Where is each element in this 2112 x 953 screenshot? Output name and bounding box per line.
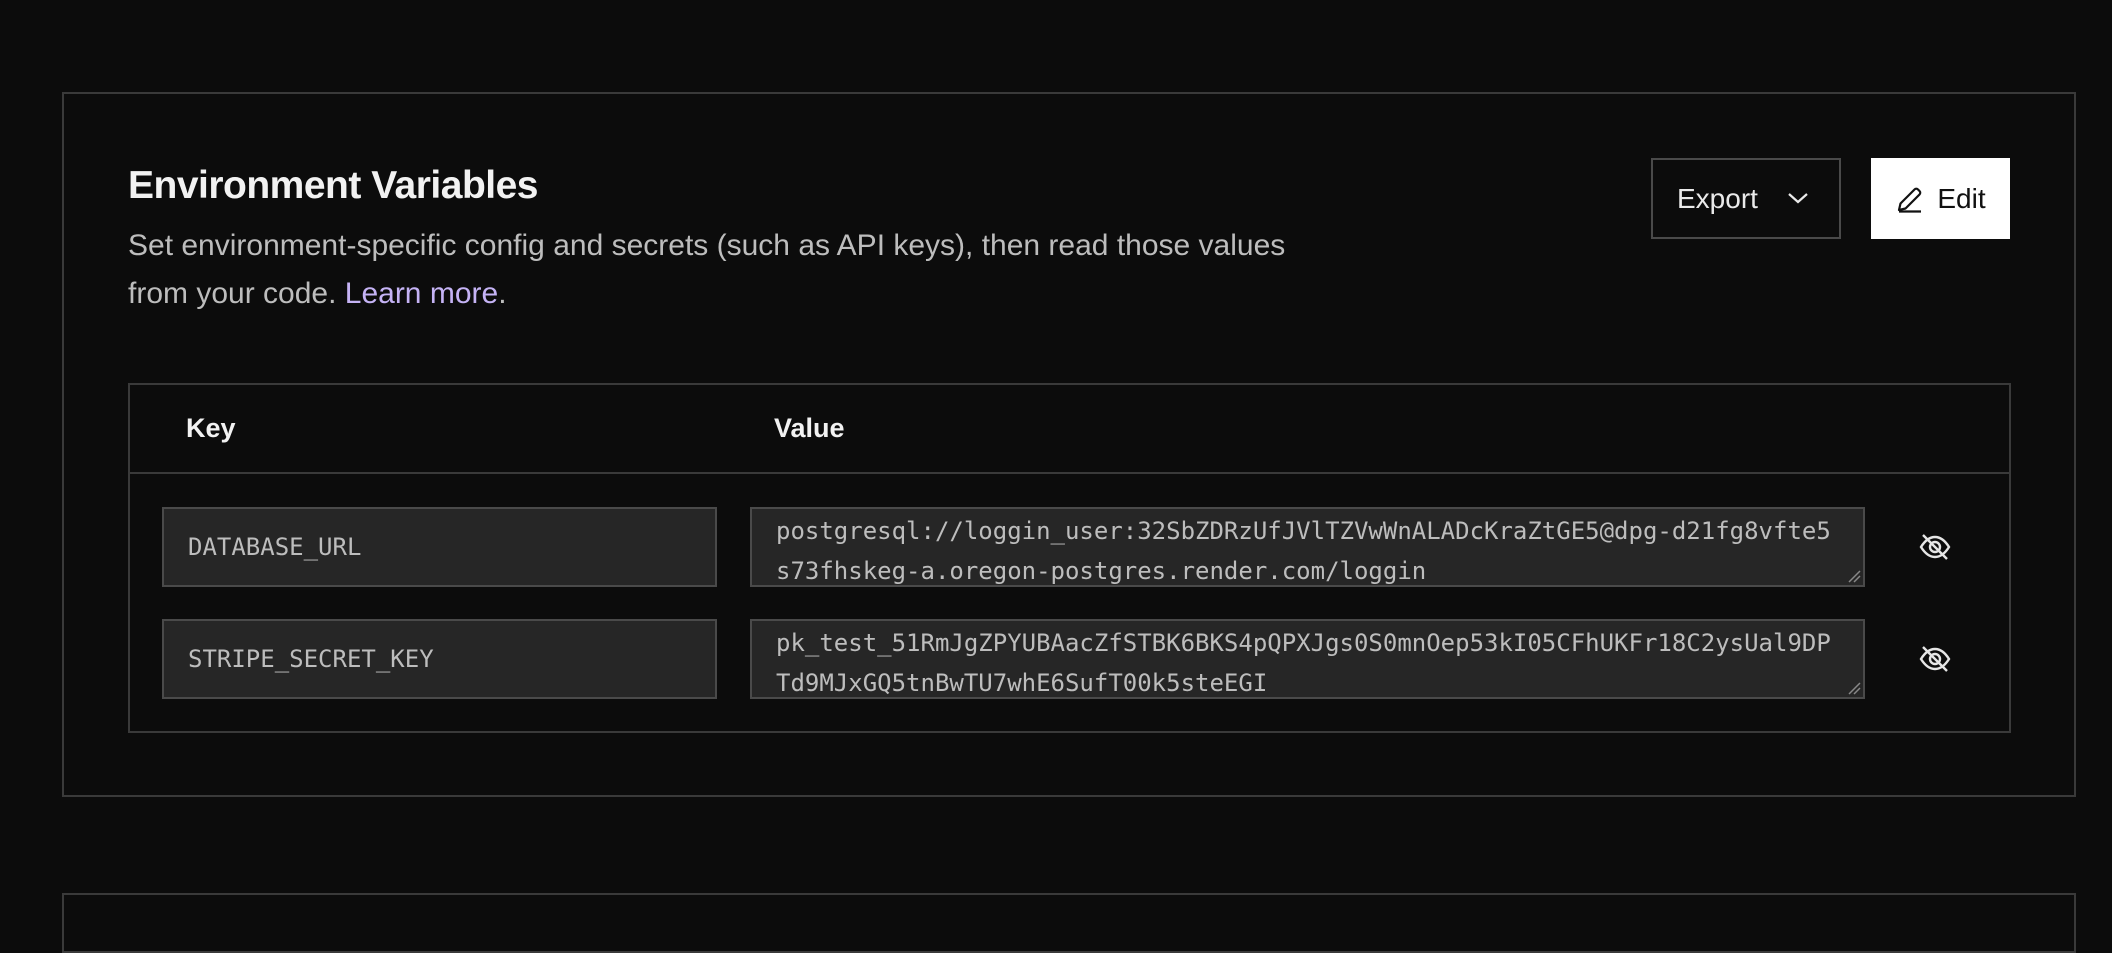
learn-more-link[interactable]: Learn more	[345, 277, 498, 310]
edit-button[interactable]: Edit	[1871, 158, 2010, 239]
section-title: Environment Variables	[128, 164, 539, 207]
column-header-key: Key	[186, 413, 236, 443]
value-text: pk_test_51RmJgZPYUBAacZfSTBK6BKS4pQPXJgs…	[776, 629, 1831, 697]
value-text: postgresql://loggin_user:32SbZDRzUfJVlTZ…	[776, 517, 1831, 585]
eye-off-icon[interactable]	[1918, 530, 1952, 564]
export-button[interactable]: Export	[1651, 158, 1841, 239]
value-textarea[interactable]: pk_test_51RmJgZPYUBAacZfSTBK6BKS4pQPXJgs…	[750, 619, 1865, 699]
table-header: Key Value	[130, 385, 2009, 474]
key-input[interactable]: DATABASE_URL	[162, 507, 717, 587]
env-vars-table: Key Value DATABASE_URL postgresql://logg…	[128, 383, 2011, 733]
resize-handle-icon[interactable]	[1847, 569, 1861, 583]
export-label: Export	[1677, 182, 1758, 214]
chevron-down-icon	[1788, 193, 1808, 204]
key-input[interactable]: STRIPE_SECRET_KEY	[162, 619, 717, 699]
next-section-card	[62, 893, 2076, 953]
edit-label: Edit	[1937, 182, 1986, 214]
section-description: Set environment-specific config and secr…	[128, 229, 1286, 310]
value-textarea[interactable]: postgresql://loggin_user:32SbZDRzUfJVlTZ…	[750, 507, 1865, 587]
column-header-value: Value	[774, 413, 845, 443]
env-vars-card: Environment Variables Set environment-sp…	[62, 92, 2076, 797]
pencil-icon	[1898, 187, 1922, 213]
eye-off-icon[interactable]	[1918, 642, 1952, 676]
resize-handle-icon[interactable]	[1847, 681, 1861, 695]
